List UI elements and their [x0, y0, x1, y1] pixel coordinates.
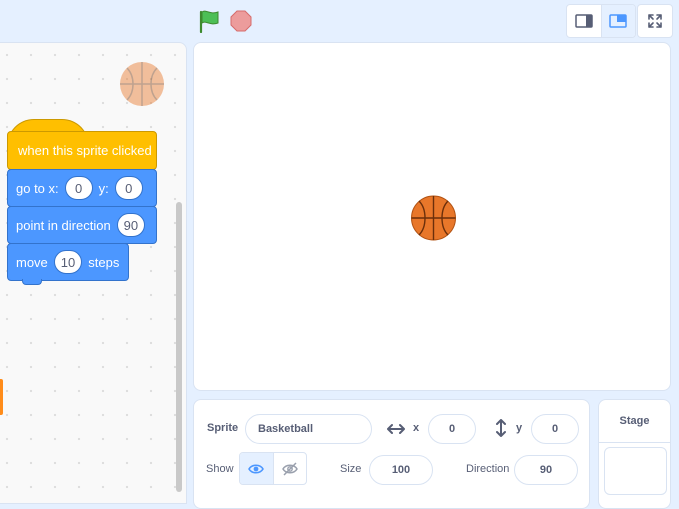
direction-field[interactable]: 90: [514, 455, 578, 485]
stage-selector[interactable]: Stage: [598, 399, 671, 509]
flyout-edge: [0, 379, 3, 415]
y-arrows-icon: [496, 419, 506, 437]
block-notch: [22, 279, 42, 285]
size-field[interactable]: 100: [369, 455, 433, 485]
hide-sprite-button[interactable]: [272, 453, 307, 484]
small-stage-layout-icon: [575, 14, 593, 28]
block-label: when this sprite clicked: [18, 143, 152, 158]
stage-canvas[interactable]: [193, 42, 671, 391]
fullscreen-icon: [648, 14, 662, 28]
when-sprite-clicked-block[interactable]: when this sprite clicked: [7, 131, 157, 170]
sprite-info-pane: Sprite Basketball x 0 y 0 Show Size 100 …: [193, 399, 590, 509]
stage-thumbnail[interactable]: [604, 447, 667, 495]
move-steps-block[interactable]: move 10 steps: [7, 243, 129, 285]
green-flag-icon[interactable]: [197, 9, 223, 33]
normal-stage-layout-icon: [609, 14, 627, 28]
x-field[interactable]: 0: [428, 414, 476, 444]
x-label: x: [413, 422, 420, 434]
block-label: steps: [88, 254, 120, 270]
direction-input[interactable]: 90: [116, 213, 146, 237]
small-stage-button[interactable]: [567, 5, 601, 37]
block-label: point in direction: [16, 217, 111, 233]
block-label: move: [16, 254, 48, 270]
show-sprite-button[interactable]: [240, 453, 273, 484]
normal-stage-button[interactable]: [600, 5, 635, 37]
steps-input[interactable]: 10: [53, 250, 83, 274]
eye-icon: [248, 463, 265, 474]
x-arrows-icon: [387, 424, 405, 434]
eye-slash-icon: [281, 461, 298, 476]
top-bar: [0, 0, 679, 42]
go-to-xy-block[interactable]: go to x: 0 y: 0: [7, 169, 157, 207]
direction-label: Direction: [466, 463, 510, 475]
y-input[interactable]: 0: [114, 176, 143, 200]
size-label: Size: [340, 463, 362, 475]
x-input[interactable]: 0: [64, 176, 93, 200]
stage-layout-toggle: [566, 4, 636, 38]
sprite-name-field[interactable]: Basketball: [245, 414, 372, 444]
sprite-watermark-basketball: [120, 62, 164, 106]
code-area-scrollbar[interactable]: [176, 202, 182, 492]
fullscreen-button[interactable]: [637, 4, 673, 38]
y-field[interactable]: 0: [531, 414, 579, 444]
point-in-direction-block[interactable]: point in direction 90: [7, 206, 157, 244]
y-label: y: [516, 422, 523, 434]
basketball-sprite[interactable]: [410, 195, 457, 241]
show-toggle: [239, 452, 307, 485]
show-label: Show: [206, 463, 234, 475]
sprite-label: Sprite: [207, 422, 239, 434]
block-label: y:: [98, 180, 109, 196]
block-label: go to x:: [16, 180, 59, 196]
stop-icon[interactable]: [230, 10, 252, 32]
stage-selector-title: Stage: [599, 400, 670, 443]
